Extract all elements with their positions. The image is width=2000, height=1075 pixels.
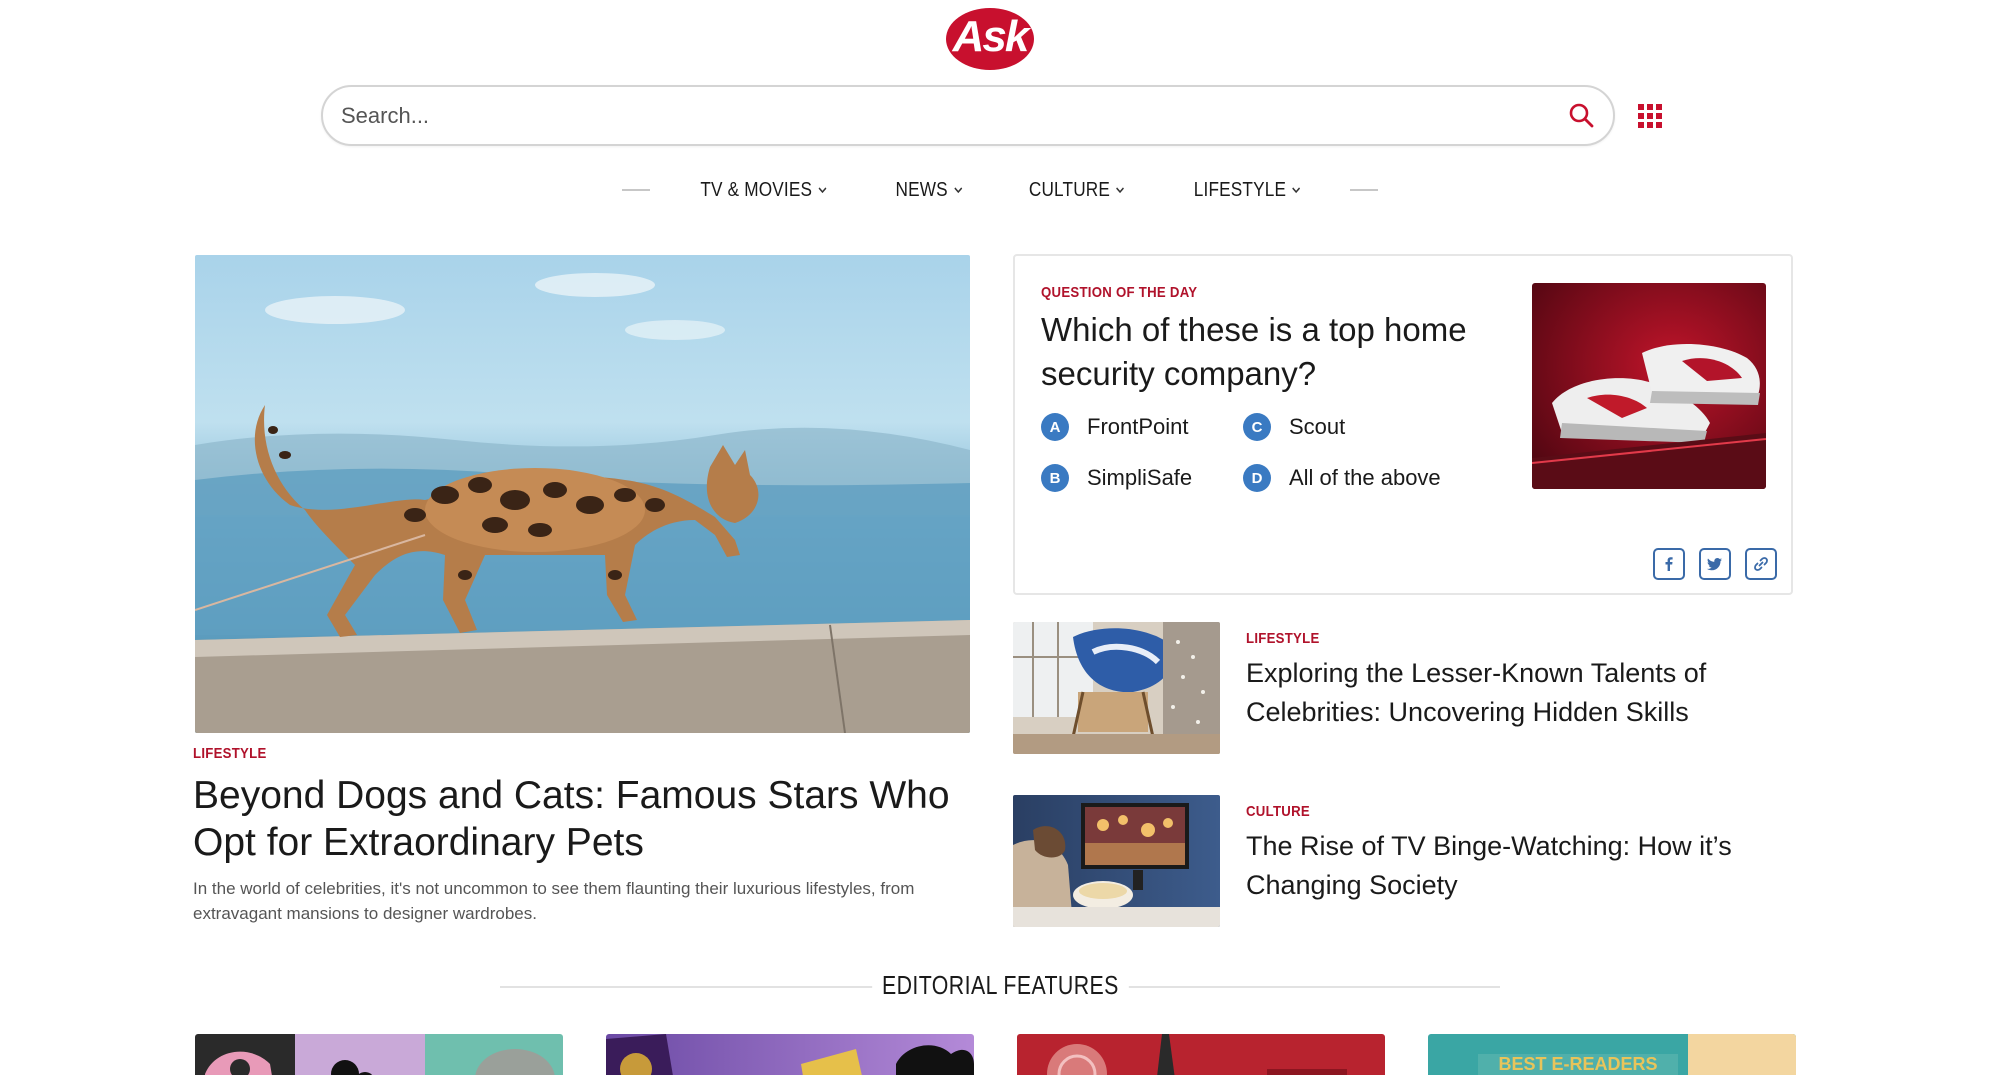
answer-option-b[interactable]: B SimpliSafe xyxy=(1041,464,1192,492)
side-article-title[interactable]: The Rise of TV Binge-Watching: How it’s … xyxy=(1246,827,1786,905)
main-nav: TV & MOVIES NEWS CULTURE LIFESTYLE xyxy=(0,170,2000,210)
logo-text: Ask xyxy=(952,12,1030,61)
option-label: SimpliSafe xyxy=(1087,465,1193,490)
option-letter-badge: C xyxy=(1243,413,1271,441)
section-heading-text: EDITORIAL FEATURES xyxy=(871,970,1129,1001)
nav-item-culture[interactable]: CULTURE xyxy=(1028,179,1125,202)
question-card: QUESTION OF THE DAY Which of these is a … xyxy=(1013,254,1793,595)
twitter-icon xyxy=(1707,558,1722,571)
editorial-card-text: BEST E-READERS xyxy=(1498,1054,1657,1074)
share-twitter-button[interactable] xyxy=(1699,548,1731,580)
side-article-image[interactable] xyxy=(1013,622,1220,754)
share-facebook-button[interactable] xyxy=(1653,548,1685,580)
question-image xyxy=(1532,283,1766,489)
side-article-title[interactable]: Exploring the Lesser-Known Talents of Ce… xyxy=(1246,654,1786,732)
nav-item-tv-movies[interactable]: TV & MOVIES xyxy=(700,179,827,202)
nav-item-lifestyle[interactable]: LIFESTYLE xyxy=(1194,179,1302,202)
link-icon xyxy=(1754,557,1768,571)
nav-divider-left xyxy=(621,189,650,191)
ask-logo[interactable]: Ask xyxy=(945,2,1035,70)
search-input[interactable] xyxy=(341,87,1521,144)
nav-item-label: LIFESTYLE xyxy=(1193,178,1287,201)
nav-item-news[interactable]: NEWS xyxy=(895,179,963,202)
question-kicker: QUESTION OF THE DAY xyxy=(1041,284,1198,301)
nav-item-label: NEWS xyxy=(895,178,948,201)
side-article-image[interactable] xyxy=(1013,795,1220,927)
side-article-category[interactable]: CULTURE xyxy=(1246,803,1310,820)
grid-icon[interactable] xyxy=(1638,104,1662,128)
section-heading: EDITORIAL FEATURES xyxy=(0,970,2000,1001)
chevron-down-icon xyxy=(1115,187,1124,194)
editorial-card[interactable] xyxy=(195,1034,563,1075)
answer-option-c[interactable]: C Scout xyxy=(1243,413,1345,441)
copy-link-button[interactable] xyxy=(1745,548,1777,580)
editorial-card[interactable] xyxy=(1017,1034,1385,1075)
search-icon[interactable] xyxy=(1567,101,1595,129)
answer-option-d[interactable]: D All of the above xyxy=(1243,464,1441,492)
editorial-card[interactable]: BEST E-READERS xyxy=(1428,1034,1796,1075)
option-label: All of the above xyxy=(1289,465,1441,490)
nav-divider-right xyxy=(1350,189,1379,191)
editorial-card[interactable] xyxy=(606,1034,974,1075)
chevron-down-icon xyxy=(953,187,962,194)
nav-item-label: TV & MOVIES xyxy=(700,178,812,201)
nav-item-label: CULTURE xyxy=(1028,178,1110,201)
option-letter-badge: A xyxy=(1041,413,1069,441)
search-bar xyxy=(321,85,1615,146)
hero-category[interactable]: LIFESTYLE xyxy=(193,745,267,762)
facebook-icon xyxy=(1665,557,1673,571)
chevron-down-icon xyxy=(818,187,827,194)
chevron-down-icon xyxy=(1292,187,1301,194)
hero-image[interactable] xyxy=(195,255,970,733)
option-letter-badge: B xyxy=(1041,464,1069,492)
option-letter-badge: D xyxy=(1243,464,1271,492)
hero-description: In the world of celebrities, it's not un… xyxy=(193,879,915,923)
side-article-category[interactable]: LIFESTYLE xyxy=(1246,630,1320,647)
answer-option-a[interactable]: A FrontPoint xyxy=(1041,413,1189,441)
option-label: FrontPoint xyxy=(1087,414,1189,439)
option-label: Scout xyxy=(1289,414,1346,439)
question-title: Which of these is a top home security co… xyxy=(1041,311,1467,392)
hero-title[interactable]: Beyond Dogs and Cats: Famous Stars Who O… xyxy=(193,772,973,866)
